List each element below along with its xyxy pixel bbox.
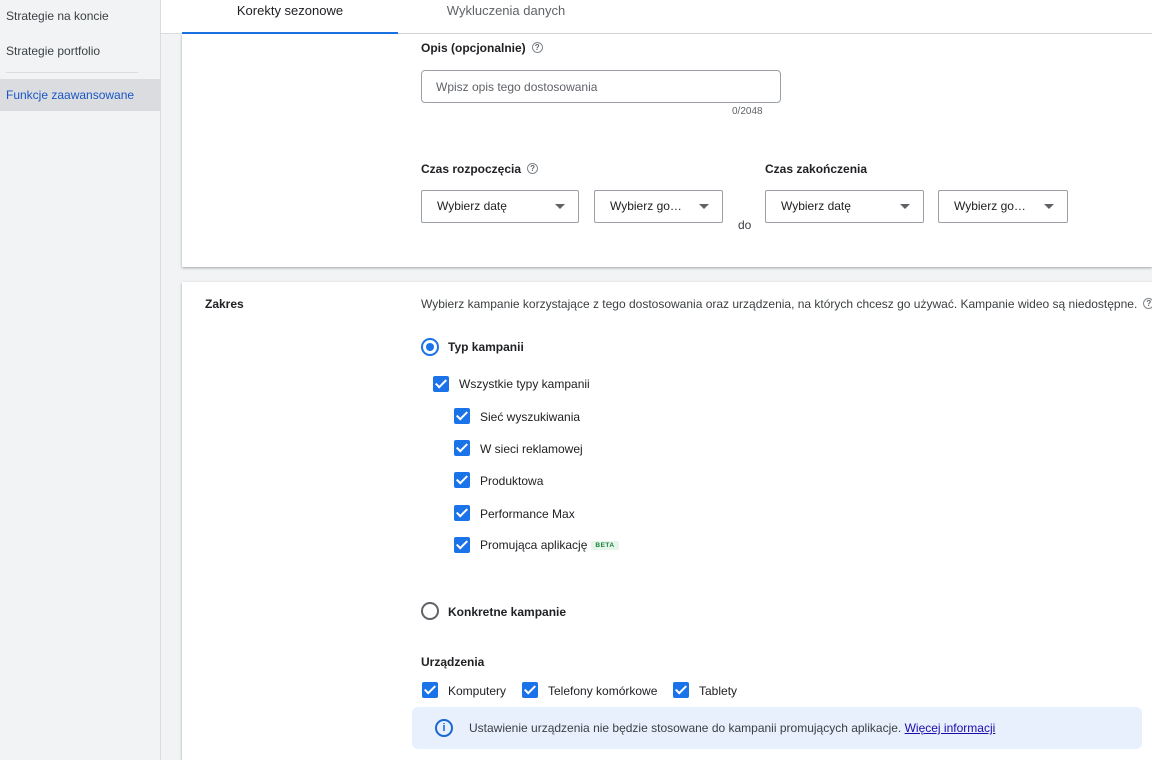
end-time-value: Wybierz go… [954, 199, 1026, 213]
display-network-checkbox[interactable] [454, 440, 470, 456]
start-date-dropdown[interactable]: Wybierz datę [421, 190, 579, 223]
shopping-label: Produktowa [480, 474, 544, 488]
app-promotion-checkbox[interactable] [454, 537, 470, 553]
start-time-label: Czas rozpoczęcia? [421, 162, 539, 176]
help-icon[interactable]: ? [1143, 298, 1152, 310]
end-date-dropdown[interactable]: Wybierz datę [765, 190, 924, 223]
mobile-phones-label: Telefony komórkowe [548, 684, 658, 698]
specific-campaigns-radio[interactable] [421, 602, 439, 620]
campaign-type-radio[interactable] [421, 338, 439, 356]
shopping-checkbox[interactable] [454, 472, 470, 488]
beta-badge: BETA [591, 541, 619, 551]
chevron-down-icon [900, 204, 910, 209]
description-label: Opis (opcjonalnie)? [421, 41, 543, 55]
details-card: Opis (opcjonalnie)? 0/2048 Czas rozpoczę… [182, 34, 1152, 267]
sidebar-item-portfolio-strategies[interactable]: Strategie portfolio [0, 35, 160, 67]
devices-title: Urządzenia [421, 655, 485, 669]
specific-campaigns-label: Konkretne kampanie [448, 605, 567, 619]
performance-max-checkbox[interactable] [454, 505, 470, 521]
tab-data-exclusions[interactable]: Wykluczenia danych [398, 0, 614, 34]
start-time-dropdown[interactable]: Wybierz go… [594, 190, 723, 223]
description-input[interactable] [421, 70, 781, 103]
sidebar-item-advanced-features[interactable]: Funkcje zaawansowane [0, 79, 160, 111]
character-counter: 0/2048 [732, 106, 763, 117]
info-icon: i [435, 719, 453, 737]
start-time-value: Wybierz go… [610, 199, 682, 213]
start-date-value: Wybierz datę [437, 199, 507, 213]
sidebar: Strategie na koncie Strategie portfolio … [0, 0, 161, 760]
computers-checkbox[interactable] [422, 682, 438, 698]
scope-title: Zakres [205, 297, 244, 311]
help-icon[interactable]: ? [531, 42, 543, 54]
all-campaign-types-label: Wszystkie typy kampanii [459, 377, 590, 391]
tab-seasonality-adjustments[interactable]: Korekty sezonowe [182, 0, 398, 34]
app-promotion-label-text: Promująca aplikację [480, 538, 588, 552]
sidebar-item-account-strategies[interactable]: Strategie na koncie [0, 0, 160, 32]
tablets-checkbox[interactable] [673, 682, 689, 698]
mobile-phones-checkbox[interactable] [522, 682, 538, 698]
scope-description-text: Wybierz kampanie korzystające z tego dos… [421, 297, 1138, 311]
description-label-text: Opis (opcjonalnie) [421, 41, 526, 55]
sidebar-divider [6, 72, 138, 73]
scope-description: Wybierz kampanie korzystające z tego dos… [421, 297, 1152, 311]
tab-bar: Korekty sezonowe Wykluczenia danych [161, 0, 1152, 34]
range-separator: do [738, 218, 752, 232]
chevron-down-icon [555, 204, 565, 209]
device-info-notice: i Ustawienie urządzenia nie będzie stoso… [412, 707, 1142, 749]
help-icon[interactable]: ? [527, 163, 539, 175]
all-campaign-types-checkbox[interactable] [433, 376, 449, 392]
tablets-label: Tablety [699, 684, 738, 698]
learn-more-link[interactable]: Więcej informacji [905, 721, 996, 735]
display-network-label: W sieci reklamowej [480, 442, 583, 456]
search-network-checkbox[interactable] [454, 408, 470, 424]
end-time-dropdown[interactable]: Wybierz go… [938, 190, 1068, 223]
app-promotion-label: Promująca aplikację BETA [480, 538, 619, 552]
scope-card: Zakres Wybierz kampanie korzystające z t… [182, 282, 1152, 760]
end-date-value: Wybierz datę [781, 199, 851, 213]
start-time-label-text: Czas rozpoczęcia [421, 162, 522, 176]
end-time-label: Czas zakończenia [765, 162, 868, 176]
chevron-down-icon [699, 204, 709, 209]
info-notice-text: Ustawienie urządzenia nie będzie stosowa… [469, 721, 995, 735]
info-notice-message: Ustawienie urządzenia nie będzie stosowa… [469, 721, 902, 735]
chevron-down-icon [1044, 204, 1054, 209]
search-network-label: Sieć wyszukiwania [480, 410, 581, 424]
campaign-type-label: Typ kampanii [448, 340, 524, 354]
computers-label: Komputery [448, 684, 507, 698]
performance-max-label: Performance Max [480, 507, 575, 521]
